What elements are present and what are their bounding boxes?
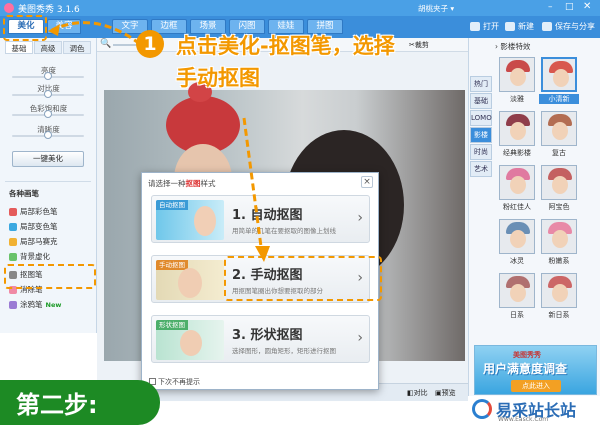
- step-badge: 第二步:: [0, 380, 160, 425]
- arrowhead: [48, 24, 60, 36]
- instruction-line-2: 手动抠图: [176, 66, 260, 90]
- arrow-to-tab: [51, 21, 141, 46]
- instruction-line-1: 点击美化-抠图笔，选择: [176, 34, 395, 58]
- annotation-arrows: [48, 21, 270, 262]
- arrow-to-option: [242, 117, 264, 255]
- step-number: 1: [136, 30, 164, 58]
- step-badge-text: 第二步:: [16, 391, 98, 419]
- arrowhead: [255, 246, 270, 262]
